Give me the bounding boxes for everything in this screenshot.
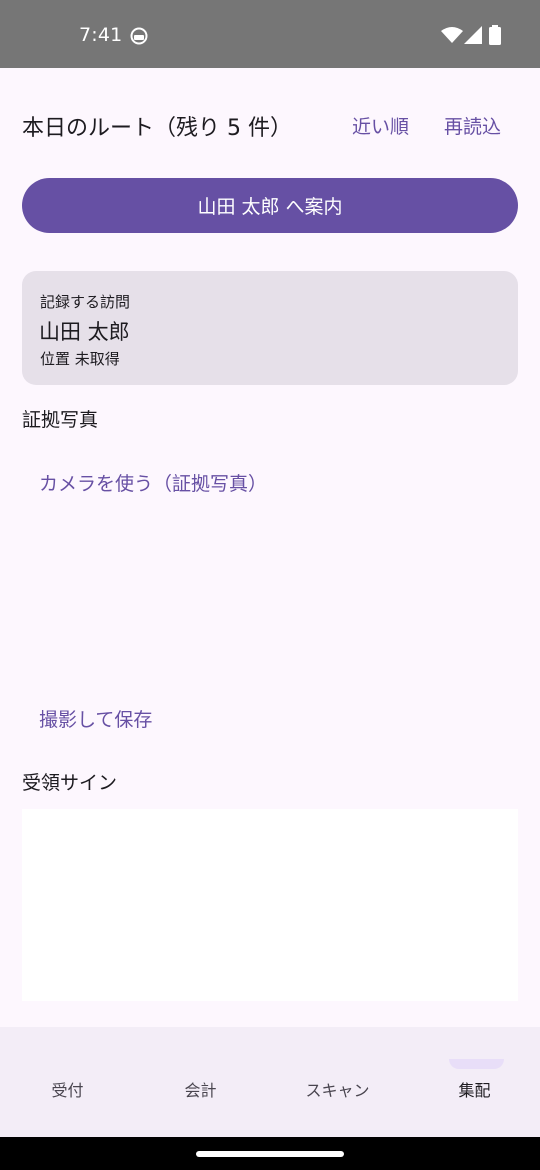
status-bar: 7:41 [0, 0, 540, 68]
visit-card-location: 位置 未取得 [40, 350, 120, 368]
signal-icon [464, 26, 482, 44]
visit-card: 記録する訪問 山田 太郎 位置 未取得 [22, 271, 518, 385]
signature-section-label: 受領サイン [22, 772, 118, 794]
nav-item-scan[interactable]: スキャン [270, 1027, 405, 1137]
home-handle[interactable] [196, 1151, 344, 1157]
nav-item-label: 集配 [458, 1081, 491, 1100]
bottom-navigation: 受付 会計 スキャン 集配 [0, 1027, 540, 1137]
photo-section-label: 証拠写真 [22, 409, 99, 431]
navigate-button[interactable]: 山田 太郎 へ案内 [22, 178, 518, 233]
visit-card-caption: 記録する訪問 [40, 293, 131, 311]
page-title: 本日のルート（残り 5 件） [22, 116, 292, 141]
status-time: 7:41 [79, 24, 123, 46]
nav-item-reception[interactable]: 受付 [0, 1027, 135, 1137]
visit-card-name: 山田 太郎 [39, 320, 130, 344]
notification-face-icon [130, 27, 148, 45]
wifi-icon [441, 27, 463, 43]
nav-item-label: 会計 [184, 1081, 217, 1100]
nav-item-delivery[interactable]: 集配 [407, 1027, 540, 1137]
nav-item-label: スキャン [305, 1081, 370, 1100]
use-camera-button[interactable]: カメラを使う（証拠写真） [39, 469, 267, 496]
nav-item-billing[interactable]: 会計 [133, 1027, 268, 1137]
active-indicator [449, 1059, 504, 1069]
sort-nearest-button[interactable]: 近い順 [352, 112, 409, 139]
capture-save-button[interactable]: 撮影して保存 [39, 705, 152, 732]
signature-pad[interactable] [22, 809, 518, 1001]
gesture-bar [0, 1137, 540, 1170]
reload-button[interactable]: 再読込 [444, 112, 501, 139]
nav-item-label: 受付 [51, 1081, 84, 1100]
battery-icon [489, 25, 501, 45]
